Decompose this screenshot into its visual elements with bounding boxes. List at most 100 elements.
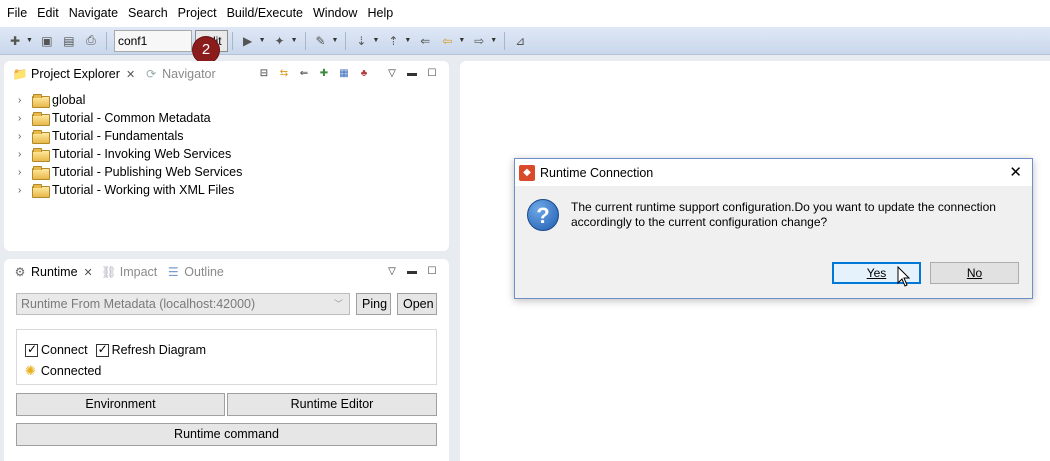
main-toolbar: ✚▼ ▣ ▤ ⎙ conf1 Edit ▶▼ ✦▼ ✎▼ ⇣▼ ⇡▼ ⇐ ⇦▼ … [0,27,1050,55]
chevron-down-icon[interactable]: ▼ [26,37,33,44]
chevron-right-icon[interactable]: › [18,167,32,178]
ping-button[interactable]: Ping [356,293,391,315]
runtime-editor-button[interactable]: Runtime Editor [227,393,437,416]
tree-item[interactable]: › Tutorial - Fundamentals [4,127,449,145]
import-icon[interactable]: ▦ [335,65,353,81]
connection-status: Connected [40,364,102,378]
print-icon[interactable]: ⎙ [83,33,99,49]
chevron-down-icon[interactable]: ▼ [332,37,339,44]
question-icon: ? [527,199,559,231]
menu-project[interactable]: Project [173,0,222,27]
pin-editor-icon[interactable]: ⊿ [512,33,528,49]
chevron-right-icon[interactable]: › [18,149,32,160]
menu-file[interactable]: File [2,0,32,27]
tree-item-label: Tutorial - Invoking Web Services [52,147,232,161]
runtime-connection-dialog: ◆ Runtime Connection ✕ ? The current run… [514,158,1033,299]
chevron-right-icon[interactable]: › [18,131,32,142]
project-explorer-panel: 📁 Project Explorer ✕ ⟳ Navigator ⊟ ⇆ ⇐ ✚… [4,61,449,251]
next-annotation-icon[interactable]: ⇣ [353,33,369,49]
runtime-header: ⚙ Runtime ✕ ⛓ Impact ☰ Outline ▽ ▬ ☐ [4,259,449,285]
menu-window[interactable]: Window [308,0,362,27]
save-icon[interactable]: ▣ [39,33,55,49]
refresh-diagram-checkbox[interactable] [95,342,109,357]
minimize-icon[interactable]: ▬ [403,65,421,81]
no-label: No [966,266,983,280]
run-icon[interactable]: ▶ [240,33,256,49]
tree-item-label: Tutorial - Common Metadata [52,111,211,125]
menu-navigate[interactable]: Navigate [64,0,123,27]
add-project-icon[interactable]: ✚ [315,65,333,81]
hierarchy-icon[interactable]: ♣ [355,65,373,81]
open-button[interactable]: Open [397,293,437,315]
tree-item[interactable]: › Tutorial - Invoking Web Services [4,145,449,163]
chevron-down-icon: ﹀ [333,299,343,309]
tree-item[interactable]: › global [4,91,449,109]
yes-label: Yes [866,266,887,280]
save-all-icon[interactable]: ▤ [61,33,77,49]
close-icon[interactable]: ✕ [126,68,135,81]
close-icon[interactable]: ✕ [84,266,93,279]
minimize-icon[interactable]: ▬ [403,263,421,279]
connected-status-icon: ✺ [25,363,36,378]
new-icon[interactable]: ✚ [7,33,23,49]
tab-navigator[interactable]: ⟳ Navigator [139,63,220,85]
tab-outline[interactable]: ☰ Outline [161,261,228,283]
toolbar-separator [345,31,347,50]
chevron-down-icon[interactable]: ▼ [404,37,411,44]
connect-checkbox[interactable] [25,342,38,357]
refresh-diagram-label: Refresh Diagram [111,343,207,357]
callout-badge-2: 2 [193,37,219,63]
chevron-right-icon[interactable]: › [18,113,32,124]
close-icon[interactable]: ✕ [1009,163,1022,181]
chevron-down-icon[interactable]: ▼ [372,37,379,44]
back-icon[interactable]: ⇦ [439,33,455,49]
tab-label: Navigator [162,67,216,81]
dialog-titlebar[interactable]: ◆ Runtime Connection ✕ [515,159,1032,186]
menu-search[interactable]: Search [123,0,173,27]
menu-build-execute[interactable]: Build/Execute [222,0,308,27]
maximize-icon[interactable]: ☐ [423,65,441,81]
config-combo[interactable]: conf1 [113,29,192,52]
link-editor-icon[interactable]: ⇆ [275,65,293,81]
chevron-right-icon[interactable]: › [18,95,32,106]
chevron-down-icon[interactable]: ▼ [259,37,266,44]
collapse-all-icon[interactable]: ⊟ [255,65,273,81]
tab-label: Project Explorer [31,67,120,81]
chevron-down-icon[interactable]: ▼ [458,37,465,44]
app-icon: ◆ [519,164,535,181]
tree-item[interactable]: › Tutorial - Publishing Web Services [4,163,449,181]
prev-annotation-icon[interactable]: ⇡ [385,33,401,49]
connection-group: Connect Refresh Diagram ✺ Connected [16,329,437,385]
view-menu-icon[interactable]: ▽ [383,263,401,279]
back-icon[interactable]: ⇐ [295,65,313,81]
status-row: ✺ Connected [25,363,101,379]
no-button[interactable]: No [930,262,1019,284]
project-tree: › global › Tutorial - Common Metadata › Tut… [4,87,449,199]
runtime-command-button[interactable]: Runtime command [16,423,437,446]
folder-icon [32,130,50,144]
menu-edit[interactable]: Edit [32,0,64,27]
tab-impact[interactable]: ⛓ Impact [97,261,162,283]
navigator-icon: ⟳ [146,67,157,81]
tab-project-explorer[interactable]: 📁 Project Explorer ✕ [8,63,139,85]
chevron-right-icon[interactable]: › [18,185,32,196]
toolbar-separator [304,31,306,50]
maximize-icon[interactable]: ☐ [423,263,441,279]
tab-runtime[interactable]: ⚙ Runtime ✕ [8,261,97,283]
tree-item[interactable]: › Tutorial - Common Metadata [4,109,449,127]
folder-icon [32,184,50,198]
dialog-body: ? The current runtime support configurat… [515,186,1032,298]
environment-button[interactable]: Environment [16,393,225,416]
runtime-server-select[interactable]: Runtime From Metadata (localhost:42000) … [16,293,350,315]
tree-item[interactable]: › Tutorial - Working with XML Files [4,181,449,199]
menu-help[interactable]: Help [362,0,398,27]
view-menu-icon[interactable]: ▽ [383,65,401,81]
folder-icon [32,148,50,162]
brush-icon[interactable]: ✎ [313,33,329,49]
forward-icon[interactable]: ⇨ [471,33,487,49]
tree-item-label: Tutorial - Fundamentals [52,129,184,143]
chevron-down-icon[interactable]: ▼ [490,37,497,44]
last-edit-icon[interactable]: ⇐ [417,33,433,49]
debug-icon[interactable]: ✦ [272,33,288,49]
chevron-down-icon[interactable]: ▼ [291,37,298,44]
